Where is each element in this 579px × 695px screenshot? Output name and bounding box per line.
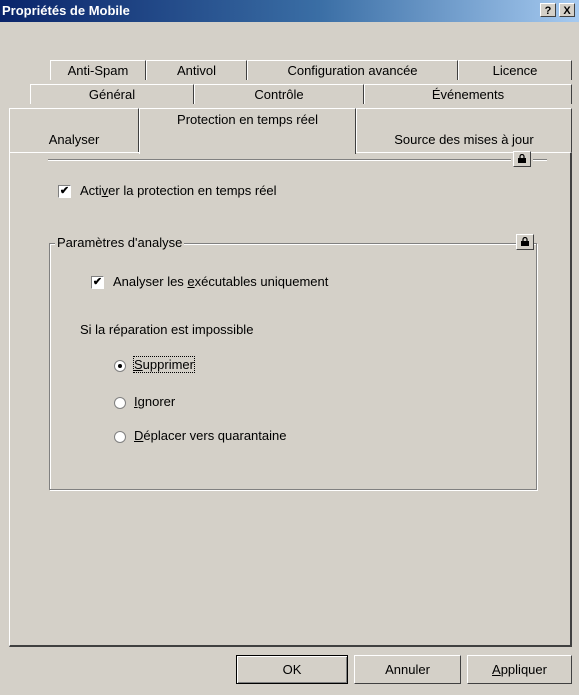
radio-supprimer[interactable] — [114, 360, 126, 372]
close-button[interactable]: X — [559, 3, 575, 17]
exec-only-checkbox[interactable]: ✔ — [91, 276, 104, 289]
window-title: Propriétés de Mobile — [2, 3, 130, 18]
tab-source-mises-a-jour[interactable]: Source des mises à jour — [356, 108, 572, 152]
tab-configuration-avancee[interactable]: Configuration avancée — [247, 60, 458, 80]
tab-evenements[interactable]: Événements — [364, 84, 572, 104]
ok-button[interactable]: OK — [236, 655, 348, 684]
lock-icon[interactable] — [513, 151, 531, 167]
tab-general[interactable]: Général — [30, 84, 194, 104]
radio-deplacer-quarantaine[interactable] — [114, 431, 126, 443]
apply-button[interactable]: Appliquer — [467, 655, 572, 684]
tab-licence[interactable]: Licence — [458, 60, 572, 80]
help-button[interactable]: ? — [540, 3, 556, 17]
tab-anti-spam[interactable]: Anti-Spam — [50, 60, 146, 80]
cancel-button[interactable]: Annuler — [354, 655, 461, 684]
check-icon: ✔ — [92, 276, 103, 288]
tab-antivol[interactable]: Antivol — [146, 60, 247, 80]
tab-analyser[interactable]: Analyser — [9, 108, 139, 152]
tab-controle[interactable]: Contrôle — [194, 84, 364, 104]
tab-source-label: Source des mises à jour — [394, 132, 534, 147]
tab-protection-label: Protection en temps réel — [177, 112, 318, 127]
tab-panel — [9, 152, 572, 647]
tab-protection-temps-reel[interactable]: Protection en temps réel — [139, 108, 356, 154]
check-icon: ✔ — [59, 185, 70, 197]
lock-icon[interactable] — [516, 234, 534, 250]
tab-analyser-label: Analyser — [48, 132, 100, 147]
title-bar: Propriétés de Mobile ? X — [0, 0, 579, 22]
enable-realtime-checkbox[interactable]: ✔ — [58, 185, 71, 198]
radio-ignorer[interactable] — [114, 397, 126, 409]
